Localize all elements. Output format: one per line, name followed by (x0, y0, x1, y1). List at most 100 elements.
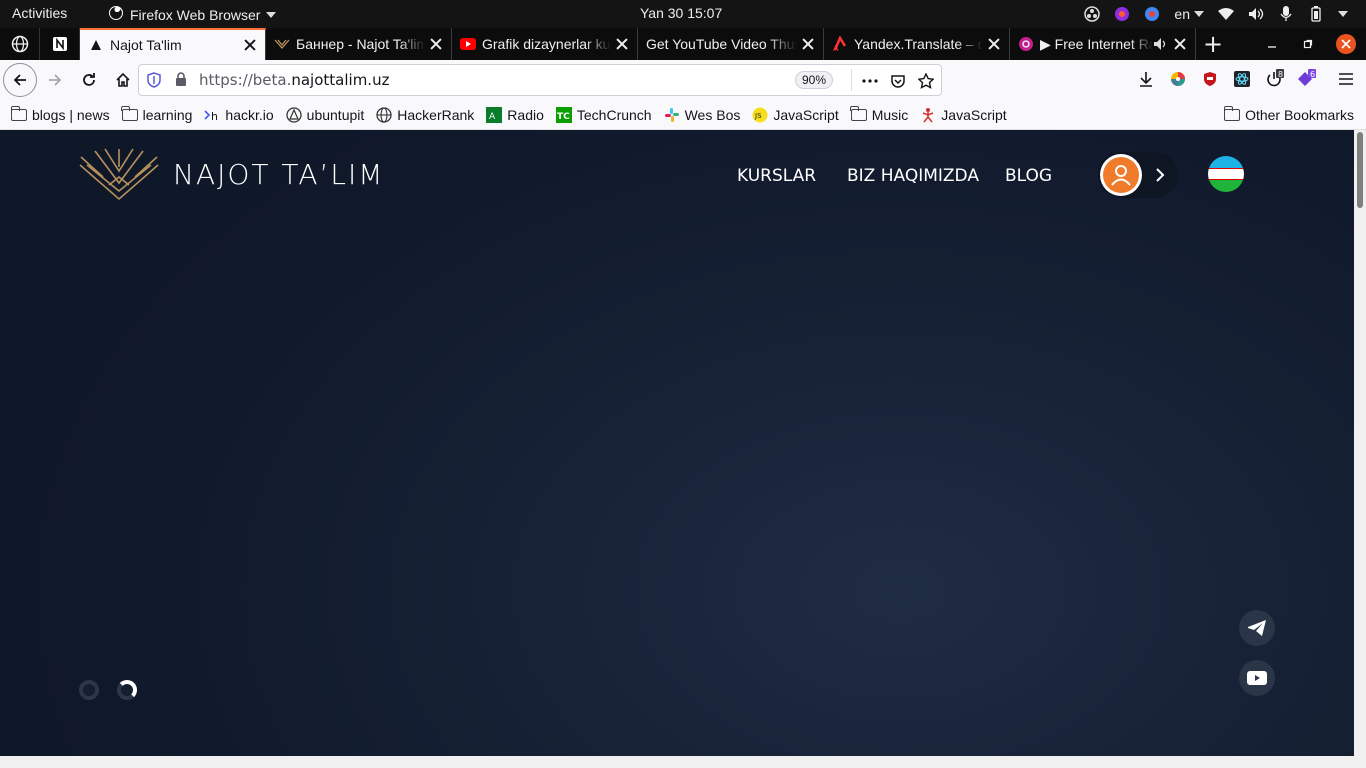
forward-button[interactable] (39, 64, 71, 96)
bookmark-wes-bos[interactable]: Wes Bos (664, 106, 741, 123)
tab-banner[interactable]: Баннер - Najot Ta'lim (266, 28, 452, 60)
telegram-button[interactable] (1239, 610, 1275, 646)
home-button[interactable] (107, 64, 139, 96)
ubuntupit-icon (286, 106, 302, 123)
nav-blog[interactable]: BLOG (1005, 166, 1052, 186)
user-menu-button[interactable] (1098, 152, 1178, 198)
bookmark-javascript-1[interactable]: JS JavaScript (752, 107, 839, 123)
close-icon[interactable] (243, 38, 257, 52)
svg-text:A: A (489, 112, 496, 122)
chevron-down-icon (266, 11, 277, 18)
bookmark-label: TechCrunch (576, 106, 652, 123)
nav-biz-haqimizda[interactable]: BIZ HAQIMIZDA (847, 166, 979, 186)
close-window-icon[interactable] (1336, 34, 1356, 54)
ublock-icon[interactable] (1200, 69, 1220, 89)
power-extension-icon[interactable]: 8 (1264, 69, 1284, 89)
clock[interactable]: Yan 30 15:07 (640, 5, 722, 21)
back-button[interactable] (3, 63, 37, 97)
bookmark-label: Music (871, 106, 909, 123)
reload-button[interactable] (73, 64, 105, 96)
svg-text:JS: JS (754, 112, 762, 120)
bookmark-learning[interactable]: learning (121, 105, 192, 123)
close-icon[interactable] (801, 37, 815, 51)
zoom-indicator[interactable]: 90% (795, 71, 834, 89)
bookmark-label: Wes Bos (684, 106, 741, 123)
close-icon[interactable] (987, 37, 1001, 51)
other-bookmarks-label: Other Bookmarks (1245, 106, 1354, 123)
bookmark-techcrunch[interactable]: TC TechCrunch (555, 106, 652, 123)
web-page: NAJOT TA’LIM KURSLAR BIZ HAQIMIZDA BLOG (0, 130, 1354, 756)
chrome-indicator-icon[interactable] (1144, 6, 1160, 22)
scrollbar-thumb[interactable] (1357, 132, 1363, 208)
color-picker-icon[interactable] (1168, 69, 1188, 89)
tab-free-internet-radio[interactable]: ▶ Free Internet Radio (1010, 28, 1196, 60)
divider (851, 69, 852, 91)
tracking-shield-icon[interactable] (147, 72, 163, 88)
tab-najot-talim[interactable]: Najot Ta'lim (80, 28, 266, 60)
battery-icon[interactable] (1308, 6, 1324, 22)
bookmark-blogs-news[interactable]: blogs | news (10, 105, 110, 123)
react-devtools-icon[interactable] (1232, 69, 1252, 89)
wifi-icon[interactable] (1218, 6, 1234, 22)
slack-icon (664, 107, 680, 122)
url-text[interactable]: https://beta.najottalim.uz (199, 71, 389, 89)
lock-icon[interactable] (175, 72, 189, 88)
other-bookmarks[interactable]: Other Bookmarks (1223, 105, 1354, 123)
bookmark-hackr-io[interactable]: h hackr.io (204, 106, 274, 123)
purple-badge: 6 (1310, 70, 1315, 79)
loader-dot (79, 680, 99, 700)
system-menu-chevron-icon[interactable] (1338, 11, 1348, 17)
activities-button[interactable]: Activities (12, 5, 67, 21)
bookmark-radio[interactable]: A Radio (486, 106, 544, 123)
home-icon (116, 72, 130, 87)
language-flag-uz[interactable] (1208, 156, 1244, 192)
bookmark-music[interactable]: Music (850, 105, 909, 123)
hamburger-menu-icon[interactable] (1336, 69, 1356, 89)
user-icon (1111, 165, 1131, 186)
input-language[interactable]: en (1174, 6, 1204, 22)
pinned-tab-notion[interactable] (40, 28, 80, 60)
bookmark-star-icon[interactable] (917, 72, 935, 90)
svg-text:TC: TC (557, 112, 570, 122)
minimize-icon[interactable] (1264, 36, 1280, 52)
folder-icon (121, 105, 138, 122)
yandex-translate-icon: A (832, 36, 848, 52)
volume-icon[interactable] (1248, 6, 1264, 22)
download-icon[interactable] (1136, 69, 1156, 89)
restore-icon[interactable] (1300, 36, 1316, 52)
tab-yandex-translate[interactable]: A Yandex.Translate – dictionary (824, 28, 1010, 60)
tab-youtube-thumbnail[interactable]: Get YouTube Video Thumbnail (638, 28, 824, 60)
bookmark-ubuntupit[interactable]: ubuntupit (286, 106, 365, 123)
new-tab-button[interactable]: + (1196, 28, 1230, 60)
pocket-icon[interactable] (889, 72, 907, 90)
close-icon[interactable] (1173, 37, 1187, 51)
bookmark-javascript-2[interactable]: JavaScript (920, 107, 1007, 123)
close-icon[interactable] (429, 37, 443, 51)
site-logo[interactable]: NAJOT TA’LIM (79, 147, 384, 201)
globe-icon (11, 35, 28, 53)
speaker-icon[interactable] (1153, 36, 1169, 52)
bookmark-label: ubuntupit (306, 106, 365, 123)
hackr-icon: h (204, 108, 220, 122)
tab-title: Баннер - Najot Ta'lim (296, 36, 425, 52)
url-domain: najottalim.uz (291, 71, 390, 89)
window-controls (1264, 28, 1366, 60)
tab-grafik-dizaynerlar[interactable]: Grafik dizaynerlar kursi (452, 28, 638, 60)
svg-text:A: A (833, 44, 839, 52)
app-menu[interactable]: Firefox Web Browser (108, 5, 277, 24)
app-indicator-icon[interactable] (1114, 6, 1130, 22)
page-actions-icon[interactable] (861, 72, 879, 90)
bookmark-label: hackr.io (225, 106, 274, 123)
firefox-view-button[interactable] (0, 28, 40, 60)
obs-icon[interactable] (1084, 6, 1101, 22)
purple-extension-icon[interactable]: 6 (1296, 69, 1316, 89)
microphone-icon[interactable] (1278, 6, 1294, 22)
arrow-right-icon (49, 74, 62, 86)
bookmark-hackerrank[interactable]: HackerRank (376, 107, 474, 123)
close-icon[interactable] (615, 37, 629, 51)
nav-kurslar[interactable]: KURSLAR (737, 166, 816, 186)
page-scrollbar[interactable] (1354, 130, 1366, 756)
site-brand-name: NAJOT TA’LIM (173, 157, 385, 191)
youtube-button[interactable] (1239, 660, 1275, 696)
address-bar[interactable]: https://beta.najottalim.uz 90% (138, 64, 942, 96)
